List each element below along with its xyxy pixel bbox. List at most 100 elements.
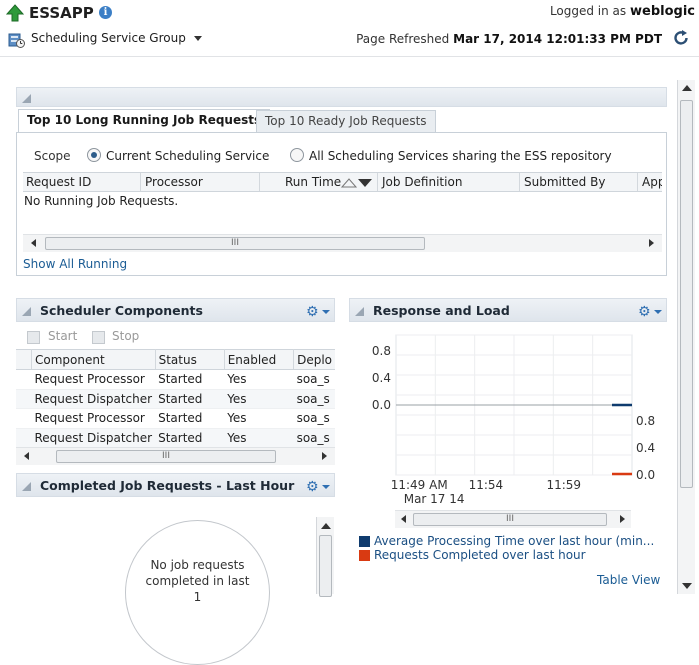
deployment-link[interactable]: soa_s	[293, 428, 335, 448]
legend-swatch-avg	[359, 536, 370, 547]
target-menu-label: Scheduling Service Group	[31, 31, 186, 45]
scroll-left-icon[interactable]	[401, 515, 406, 523]
scope-current-label[interactable]: Current Scheduling Service	[106, 149, 269, 163]
gear-icon[interactable]: ⚙	[638, 304, 651, 320]
components-horizontal-scrollbar[interactable]: III	[16, 447, 335, 465]
completed-vertical-scrollbar[interactable]	[316, 517, 334, 597]
sort-arrows-icon[interactable]	[341, 178, 373, 188]
completed-jobs-header[interactable]: Completed Job Requests - Last Hour ⚙	[16, 473, 335, 497]
no-completed-line1: No job requests	[150, 558, 245, 572]
scheduler-components-header[interactable]: Scheduler Components ⚙	[16, 298, 335, 322]
scroll-right-icon[interactable]	[620, 515, 625, 523]
page-vertical-scrollbar[interactable]	[677, 80, 695, 594]
row-selector[interactable]	[16, 408, 32, 429]
col-separator	[519, 173, 520, 191]
tab-ready-requests[interactable]: Top 10 Ready Job Requests	[256, 110, 436, 132]
no-completed-line2: completed in last 1	[145, 574, 250, 604]
logged-in-label: Logged in as	[549, 4, 627, 18]
col-run-time[interactable]: Run Time	[285, 175, 341, 189]
y-right-tick-label: 0.4	[636, 441, 655, 455]
disclose-triangle-icon[interactable]	[22, 482, 31, 491]
deployment-link[interactable]: soa_s	[293, 408, 335, 429]
legend-label-avg[interactable]: Average Processing Time over last hour (…	[374, 534, 654, 548]
row-selector[interactable]	[16, 428, 32, 448]
scope-all-label[interactable]: All Scheduling Services sharing the ESS …	[309, 149, 612, 163]
col-enabled[interactable]: Enabled	[224, 349, 295, 370]
scroll-right-icon[interactable]	[649, 239, 654, 247]
col-processor[interactable]: Processor	[145, 175, 203, 189]
scroll-down-icon[interactable]	[682, 583, 692, 589]
col-component[interactable]: Component	[31, 349, 156, 370]
chevron-down-icon[interactable]	[654, 310, 662, 314]
scroll-left-icon[interactable]	[31, 239, 36, 247]
table-row[interactable]: Request Processor Started Yes soa_s	[16, 369, 335, 390]
scope-all-radio[interactable]	[290, 148, 304, 162]
disclose-triangle-icon[interactable]	[22, 94, 31, 103]
deployment-link[interactable]: soa_s	[293, 389, 335, 409]
disclose-triangle-icon[interactable]	[22, 307, 31, 316]
long-running-region-header[interactable]	[16, 87, 667, 107]
col-separator	[259, 173, 260, 191]
start-button[interactable]: Start	[48, 329, 77, 343]
disclose-triangle-icon[interactable]	[355, 307, 364, 316]
gear-icon[interactable]: ⚙	[306, 479, 319, 495]
scroll-thumb[interactable]: III	[413, 513, 607, 526]
scroll-left-icon[interactable]	[24, 452, 29, 460]
scroll-thumb[interactable]	[319, 535, 332, 597]
deployment-link[interactable]: soa_s	[293, 369, 335, 390]
col-request-id[interactable]: Request ID	[26, 175, 91, 189]
chart-horizontal-scrollbar[interactable]: III	[395, 510, 631, 528]
component-cell: Request Dispatcher	[31, 389, 156, 409]
running-horizontal-scrollbar[interactable]: III	[23, 234, 662, 252]
scroll-thumb[interactable]: III	[56, 450, 276, 463]
scroll-up-icon[interactable]	[321, 523, 331, 529]
no-completed-message: No job requests completed in last 1	[140, 557, 255, 605]
component-cell: Request Processor	[31, 369, 156, 390]
enabled-cell: Yes	[224, 408, 294, 429]
info-icon[interactable]: i	[99, 6, 112, 19]
col-job-definition[interactable]: Job Definition	[382, 175, 462, 189]
scope-current-radio[interactable]	[87, 148, 101, 162]
scroll-thumb[interactable]	[680, 100, 693, 488]
row-selector[interactable]	[16, 389, 32, 409]
y-right-tick-label: 0.0	[636, 468, 655, 482]
y-left-tick-label: 0.0	[372, 398, 391, 412]
component-cell: Request Dispatcher	[31, 428, 156, 448]
table-row[interactable]: Request Dispatcher Started Yes soa_s	[16, 389, 335, 409]
table-row[interactable]: Request Processor Started Yes soa_s	[16, 408, 335, 429]
no-running-message: No Running Job Requests.	[24, 194, 179, 208]
col-status[interactable]: Status	[155, 349, 225, 370]
table-row[interactable]: Request Dispatcher Started Yes soa_s	[16, 428, 335, 448]
col-submitted-by[interactable]: Submitted By	[524, 175, 605, 189]
stop-button[interactable]: Stop	[112, 329, 139, 343]
gear-icon[interactable]: ⚙	[306, 304, 319, 320]
status-cell: Started	[155, 389, 225, 409]
y-right-tick-label: 0.8	[636, 414, 655, 428]
scroll-up-icon[interactable]	[682, 85, 692, 91]
scroll-right-icon[interactable]	[322, 452, 327, 460]
chevron-down-icon	[193, 36, 202, 41]
col-deployed[interactable]: Deplo	[293, 349, 335, 370]
show-all-running-link[interactable]: Show All Running	[23, 257, 127, 271]
x-tick-label: 11:59	[546, 478, 581, 492]
page-refreshed: Page Refreshed Mar 17, 2014 12:01:33 PM …	[356, 32, 662, 46]
table-view-link[interactable]: Table View	[597, 573, 660, 587]
response-load-header[interactable]: Response and Load ⚙	[349, 298, 667, 322]
x-subtick-label: Mar 17 14	[404, 492, 465, 506]
chevron-down-icon[interactable]	[322, 485, 330, 489]
col-separator	[637, 173, 638, 191]
logged-in-user: weblogic	[630, 4, 695, 19]
refresh-icon[interactable]	[672, 29, 690, 47]
app-up-arrow-icon	[6, 4, 24, 22]
col-app[interactable]: App	[642, 175, 662, 189]
chevron-down-icon[interactable]	[322, 310, 330, 314]
legend-label-requests[interactable]: Requests Completed over last hour	[374, 548, 586, 562]
row-selector[interactable]	[16, 369, 32, 390]
page-refreshed-time: Mar 17, 2014 12:01:33 PM PDT	[453, 32, 662, 46]
scheduler-components-table: Component Status Enabled Deplo Request P…	[16, 349, 335, 448]
target-menu-button[interactable]: Scheduling Service Group	[31, 31, 202, 45]
col-separator	[140, 173, 141, 191]
scroll-thumb[interactable]: III	[45, 237, 425, 250]
status-cell: Started	[155, 428, 225, 448]
tab-long-running[interactable]: Top 10 Long Running Job Requests	[18, 109, 271, 132]
